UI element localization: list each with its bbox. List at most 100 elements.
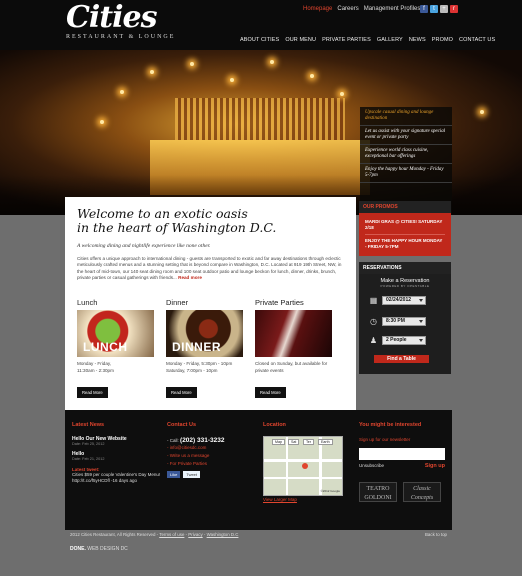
card-image-label: LUNCH (83, 340, 128, 354)
map-tab[interactable]: Map (272, 439, 285, 445)
lamp (190, 62, 194, 66)
unsubscribe-link[interactable]: Unsubscribe (359, 463, 384, 469)
location-map[interactable]: Map Sat Ter Earth ©2012 Google (263, 436, 343, 496)
hero-promo-item[interactable]: Enjoy the happy hour Monday - Friday 5-7… (360, 164, 452, 183)
bar-shelves (175, 98, 345, 140)
date-select[interactable]: 02/24/2012 (382, 296, 426, 305)
card-line: 11:30am - 2:30pm (77, 367, 114, 373)
like-button[interactable]: Like (167, 471, 181, 478)
tweet-button[interactable]: Tweet (183, 471, 201, 478)
intro-body: Cities offers a unique approach to inter… (77, 256, 342, 281)
main-nav: ABOUT CITIES OUR MENU PRIVATE PARTIES GA… (240, 37, 495, 43)
card-text: Monday - Friday, 5:30pm - 10pm Saturday,… (166, 361, 243, 381)
news-item-date: Date: Feb 25, 2012 (72, 442, 105, 446)
social-buttons: Like Tweet (167, 471, 257, 478)
card-dinner: Dinner DINNER Monday - Friday, 5:30pm - … (166, 298, 243, 399)
promo-link[interactable]: MARDI GRAS @ CITIES! SATURDAY 2/18 (365, 216, 445, 235)
party-size-select[interactable]: 2 People (382, 336, 426, 345)
terms-link[interactable]: Terms of use (159, 532, 184, 537)
signup-button[interactable]: Sign up (425, 463, 445, 469)
map-road (264, 477, 342, 479)
read-more-button[interactable]: Read More (255, 387, 286, 398)
sidebar: OUR PROMOS MARDI GRAS @ CITIES! SATURDAY… (359, 201, 451, 374)
promos-list: MARDI GRAS @ CITIES! SATURDAY 2/18 ENJOY… (359, 213, 451, 256)
logo-subtitle: RESTAURANT & LOUNGE (66, 34, 176, 40)
teatro-goldoni-logo[interactable]: TEATRO GOLDONI (359, 482, 397, 502)
hero-promo-panel: Upscale casual dining and lounge destina… (360, 107, 452, 215)
read-more-link[interactable]: Read more (178, 275, 202, 280)
lamp (100, 120, 104, 124)
twitter-icon[interactable]: t (430, 5, 438, 13)
privacy-link[interactable]: Privacy (188, 532, 202, 537)
top-link-management[interactable]: Management Profiles (364, 6, 421, 12)
feature-cards: Lunch LUNCH Monday - Friday, 11:30am - 2… (77, 298, 332, 399)
read-more-button[interactable]: Read More (166, 387, 197, 398)
card-image-label: DINNER (172, 340, 222, 354)
contact-heading: Contact Us (167, 422, 197, 428)
footer-location: Location Map Sat Ter Earth ©2012 Google … (263, 410, 353, 504)
map-road (264, 459, 342, 462)
back-to-top-link[interactable]: Back to top (425, 532, 447, 537)
map-tab[interactable]: Earth (318, 439, 333, 445)
promo-link[interactable]: ENJOY THE HAPPY HOUR MONDAY - FRIDAY 5-7… (365, 235, 445, 253)
welcome-heading: Welcome to an exotic oasis in the heart … (77, 207, 344, 235)
dinner-image[interactable]: DINNER (166, 310, 243, 357)
site-logo[interactable]: Cities RESTAURANT & LOUNGE (66, 2, 176, 41)
party-size-row: ♟ 2 People (369, 336, 426, 345)
find-table-button[interactable]: Find a Table (374, 355, 429, 363)
read-more-button[interactable]: Read More (77, 387, 108, 398)
classic-concepts-logo[interactable]: Classic Concepts (403, 482, 441, 502)
card-private-parties: Private Parties Closed on Sunday, but av… (255, 298, 332, 399)
news-item-date: Date: Feb 21, 2012 (72, 457, 105, 461)
tagline: A welcoming dining and nightlife experie… (77, 243, 211, 249)
hero-image: Upscale casual dining and lounge destina… (0, 50, 522, 215)
contact-email-link[interactable]: - info@citiesdc.com (167, 444, 257, 452)
card-line: Closed on Sunday, but available for (255, 361, 328, 366)
designer-credit[interactable]: DONE. WEB DESIGN DC (70, 546, 128, 552)
top-link-homepage[interactable]: Homepage (303, 6, 332, 12)
news-heading: Latest News (72, 422, 105, 428)
phone-number[interactable]: (202) 331-3232 (180, 437, 224, 444)
welcome-line: Welcome to an exotic oasis (77, 206, 248, 221)
nav-promo[interactable]: PROMO (432, 37, 453, 43)
footer: Latest News Hello Our New Website Date: … (65, 410, 452, 530)
facebook-icon[interactable]: f (420, 5, 428, 13)
lamp (340, 92, 344, 96)
rss-icon[interactable]: r (450, 5, 458, 13)
hero-promo-item[interactable]: Experience world class cuisine, exceptio… (360, 145, 452, 164)
map-tab[interactable]: Sat (288, 439, 300, 445)
copyright-text: 2012 Cities Restaurant, All Rights Reser… (70, 532, 159, 537)
partner-logos: TEATRO GOLDONI Classic Concepts (359, 482, 441, 502)
lunch-image[interactable]: LUNCH (77, 310, 154, 357)
make-reservation-label: Make a Reservation (380, 278, 430, 284)
contact-message-link[interactable]: - Write us a message (167, 452, 257, 460)
clock-icon: ◷ (370, 317, 377, 326)
share-icon[interactable]: + (440, 5, 448, 13)
site-header: Cities RESTAURANT & LOUNGE Homepage Care… (0, 0, 522, 50)
map-pin-icon[interactable] (302, 463, 308, 469)
newsletter-email-input[interactable] (359, 448, 445, 460)
footer-contact: Contact Us - Call: (202) 331-3232 - info… (167, 410, 257, 478)
latest-tweet-text[interactable]: Cities $59 per couple Valentine's Day Me… (72, 472, 162, 484)
nav-about[interactable]: ABOUT CITIES (240, 37, 279, 43)
time-select[interactable]: 8:30 PM (382, 317, 426, 326)
hero-promo-item[interactable]: Let us assist with your signature specia… (360, 126, 452, 145)
nav-menu[interactable]: OUR MENU (285, 37, 316, 43)
map-tab[interactable]: Ter (303, 439, 314, 445)
location-link[interactable]: Washington D.C (207, 532, 239, 537)
top-link-careers[interactable]: Careers (337, 6, 358, 12)
footer-news: Latest News Hello Our New Website Date: … (72, 410, 162, 484)
lamp (480, 110, 484, 114)
nav-contact[interactable]: CONTACT US (459, 37, 495, 43)
nav-news[interactable]: NEWS (409, 37, 426, 43)
reservations-widget: RESERVATIONS Make a Reservation POWERED … (359, 262, 451, 374)
nav-gallery[interactable]: GALLERY (377, 37, 403, 43)
card-line: Saturday, 7:00pm - 10pm (166, 367, 218, 373)
view-larger-map-link[interactable]: View Larger Map (263, 496, 353, 504)
card-line: Monday - Friday, 5:30pm - 10pm (166, 361, 233, 366)
map-credit: ©2012 Google (320, 489, 340, 493)
hero-promo-item[interactable]: Upscale casual dining and lounge destina… (360, 107, 452, 126)
nav-private-parties[interactable]: PRIVATE PARTIES (322, 37, 371, 43)
private-parties-image[interactable] (255, 310, 332, 357)
contact-private-parties-link[interactable]: - For Private Parties (167, 460, 257, 468)
